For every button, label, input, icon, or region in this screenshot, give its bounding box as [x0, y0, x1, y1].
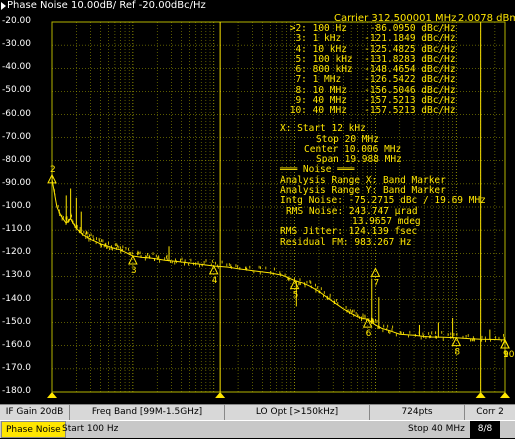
active-trace-indicator-icon [1, 2, 6, 10]
y-tick-label: -70.00 [2, 131, 32, 142]
y-tick-label: -110.0 [2, 224, 32, 235]
axis-marker-icon [500, 392, 510, 398]
y-tick-label: -80.00 [2, 154, 32, 165]
lo-opt-button[interactable]: LO Opt [>150kHz] [225, 405, 370, 420]
chart-title: Phase Noise 10.00dB/ Ref -20.00dBc/Hz [7, 0, 206, 11]
points-button[interactable]: 724pts [370, 405, 465, 420]
y-tick-label: -30.00 [2, 39, 32, 50]
marker-label: 6 [366, 329, 372, 339]
x-stop: Stop 20 MHz [316, 133, 379, 145]
freq-band-button[interactable]: Freq Band [99M-1.5GHz] [70, 405, 225, 420]
correction-button[interactable]: Corr 2 [465, 405, 515, 420]
phase-noise-screen: 2 3 4 5 6 7 8 9 10 Phase Noise 10.00dB/ Ref -20.… [0, 0, 515, 438]
y-tick-label: -180.0 [2, 386, 32, 396]
marker-label: 7 [373, 278, 379, 288]
y-tick-label: -170.0 [2, 362, 32, 373]
residual-fm: Residual FM: 983.267 Hz [280, 236, 412, 248]
marker-triangle-icon [370, 267, 381, 277]
marker-10: 10 [500, 338, 515, 360]
page-indicator[interactable]: 8/8 [470, 421, 500, 438]
axis-marker-icon [475, 392, 486, 398]
y-tick-label: -130.0 [2, 270, 32, 281]
y-tick-label: -20.00 [2, 16, 32, 26]
y-tick-label: -160.0 [2, 339, 32, 350]
y-tick-label: -120.0 [2, 247, 32, 258]
y-tick-label: -40.00 [2, 62, 32, 73]
stop-frequency[interactable]: Stop 40 MHz [408, 421, 465, 438]
intg-noise: Intg Noise: -75.2715 dBc / 19.69 MHz [280, 195, 486, 207]
y-tick-label: -90.00 [2, 177, 32, 188]
axis-marker-icon [215, 392, 226, 398]
marker-3: 3 [128, 254, 138, 276]
marker-label: 3 [131, 266, 137, 276]
y-tick-label: -140.0 [2, 293, 32, 304]
if-gain-button[interactable]: IF Gain 20dB [0, 405, 70, 420]
marker-label: 5 [293, 291, 299, 301]
x-start: X: Start 12 kHz [280, 123, 366, 135]
marker-label: 2 [50, 165, 56, 175]
marker-label: 4 [212, 276, 218, 286]
axis-marker-icon [47, 392, 57, 398]
marker-label: 10 [503, 350, 515, 360]
bottom-bar: Phase Noise Start 100 Hz Stop 40 MHz 8/8 [0, 420, 515, 438]
status-bar: IF Gain 20dB Freq Band [99M-1.5GHz] LO O… [0, 404, 515, 420]
marker-label: 8 [454, 348, 460, 358]
start-frequency[interactable]: Start 100 Hz [62, 421, 118, 438]
title-bar: Phase Noise 10.00dB/ Ref -20.00dBc/Hz [0, 0, 515, 13]
y-tick-label: -50.00 [2, 85, 32, 96]
analysis-panel: X: Start 12 kHz Stop 20 MHz Center 10.00… [280, 114, 486, 258]
mode-indicator[interactable]: Phase Noise [1, 421, 66, 438]
marker-table: >2: 100 Hz -86.0950 dBc/Hz 3: 1 kHz -121… [284, 23, 456, 117]
carrier-level: 2.0078 dBm [458, 13, 515, 24]
y-tick-label: -100.0 [2, 201, 32, 211]
marker-triangle-icon [208, 264, 219, 275]
y-tick-label: -60.00 [2, 108, 32, 119]
y-tick-label: -150.0 [2, 316, 32, 327]
